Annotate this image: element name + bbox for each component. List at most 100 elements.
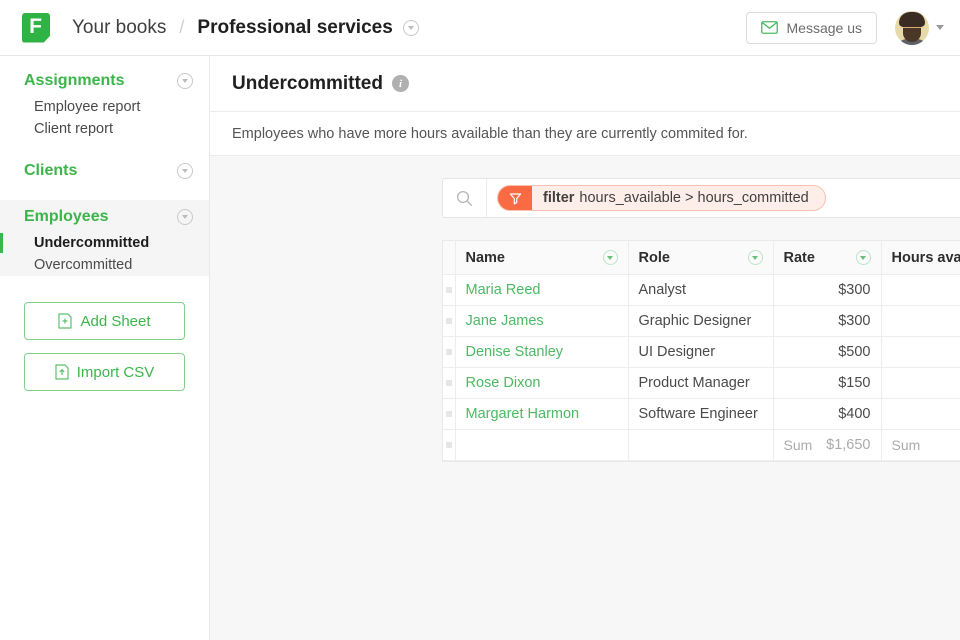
row-handle[interactable] (443, 398, 456, 430)
column-header-hours-available[interactable]: Hours available (881, 240, 960, 275)
summary-cell-name (455, 429, 629, 461)
cell-role[interactable]: UI Designer (628, 336, 774, 368)
collapse-chevron-down-icon[interactable] (177, 73, 193, 89)
sidebar-item-client-report[interactable]: Client report (0, 118, 209, 140)
sidebar-gap-2 (0, 186, 209, 200)
filter-keyword: filter (543, 190, 575, 206)
summary-label: Sum (783, 437, 813, 453)
avatar[interactable] (895, 10, 929, 45)
sidebar-group-header-assignments[interactable]: Assignments (0, 64, 209, 96)
table-row[interactable]: Jane James Graphic Designer $300 30 25 (443, 305, 960, 337)
import-csv-button[interactable]: Import CSV (24, 353, 185, 391)
table-row[interactable]: Margaret Harmon Software Engineer $400 4… (443, 398, 960, 430)
cell-rate[interactable]: $300 (773, 305, 882, 337)
avatar-beard (903, 27, 921, 42)
search-button[interactable] (442, 178, 486, 218)
sheet-table: Name Role Rate Hours av Maria Reed Analy… (443, 240, 960, 461)
filter-funnel-icon (498, 186, 532, 210)
cell-role[interactable]: Analyst (628, 274, 774, 306)
user-menu[interactable] (895, 10, 944, 45)
add-sheet-button[interactable]: Add Sheet (24, 302, 185, 340)
flatfile-logo[interactable]: F (22, 12, 50, 43)
cell-name[interactable]: Margaret Harmon (455, 398, 629, 430)
collapse-chevron-down-icon[interactable] (177, 163, 193, 179)
cell-name[interactable]: Rose Dixon (455, 367, 629, 399)
info-icon[interactable]: i (391, 75, 409, 92)
cell-name[interactable]: Maria Reed (455, 274, 629, 306)
user-menu-chevron-down-icon[interactable] (936, 25, 944, 30)
table-summary-row: Sum $1,650 Sum 160 (443, 429, 960, 461)
breadcrumb-chevron-down-icon[interactable] (402, 19, 419, 36)
sidebar-item-overcommitted[interactable]: Overcommitted (0, 254, 209, 276)
sidebar: Assignments Employee report Client repor… (0, 56, 210, 640)
cell-hours-available[interactable]: 30 (881, 367, 960, 399)
mail-icon (760, 21, 778, 34)
sidebar-item-employee-report[interactable]: Employee report (0, 96, 209, 118)
cell-hours-available[interactable]: 40 (881, 398, 960, 430)
cell-rate[interactable]: $300 (773, 274, 882, 306)
filter-chip-text: filter hours_available > hours_committed (532, 186, 825, 210)
column-header-name[interactable]: Name (455, 240, 629, 275)
filter-chip[interactable]: filter hours_available > hours_committed (497, 185, 826, 211)
sidebar-group-header-clients[interactable]: Clients (0, 154, 209, 186)
row-handle[interactable] (443, 305, 456, 337)
cell-role[interactable]: Product Manager (628, 367, 774, 399)
sidebar-group-clients: Clients (0, 154, 209, 186)
banner-text: Employees who have more hours available … (232, 125, 748, 142)
column-label: Hours available (891, 249, 960, 266)
collapse-chevron-down-icon[interactable] (177, 209, 193, 225)
cell-rate[interactable]: $150 (773, 367, 882, 399)
sidebar-group-header-employees[interactable]: Employees (0, 200, 209, 232)
column-label: Rate (783, 249, 815, 266)
row-handle[interactable] (443, 274, 456, 306)
logo-letter: F (29, 15, 42, 38)
row-handle[interactable] (443, 429, 456, 461)
breadcrumb-current[interactable]: Professional services (197, 17, 392, 39)
table-row[interactable]: Maria Reed Analyst $300 40 30 (443, 274, 960, 306)
column-header-rate[interactable]: Rate (773, 240, 882, 275)
row-handle[interactable] (443, 336, 456, 368)
filter-input[interactable]: filter hours_available > hours_committed (486, 178, 960, 218)
table-row[interactable]: Rose Dixon Product Manager $150 30 10 (443, 367, 960, 399)
message-us-label: Message us (786, 19, 862, 36)
info-banner: Employees who have more hours available … (210, 112, 960, 156)
cell-hours-available[interactable]: 20 (881, 336, 960, 368)
cell-rate[interactable]: $400 (773, 398, 882, 430)
column-menu-chevron-down-icon[interactable] (747, 250, 763, 265)
table-header-row: Name Role Rate Hours av (443, 240, 960, 275)
column-header-role[interactable]: Role (628, 240, 774, 275)
cell-hours-available[interactable]: 30 (881, 305, 960, 337)
sidebar-group-title: Clients (24, 162, 78, 179)
message-us-button[interactable]: Message us (745, 11, 877, 44)
sidebar-group-employees: Employees Undercommitted Overcommitted (0, 200, 209, 276)
avatar-hair (899, 11, 925, 27)
cell-hours-available[interactable]: 40 (881, 274, 960, 306)
table-head: Name Role Rate Hours av (443, 240, 960, 275)
summary-value-rate: $1,650 (826, 437, 871, 453)
sidebar-item-undercommitted[interactable]: Undercommitted (0, 232, 209, 254)
cell-rate[interactable]: $500 (773, 336, 882, 368)
column-label: Name (465, 249, 506, 266)
data-table: Name Role Rate Hours av Maria Reed Analy… (442, 240, 960, 462)
filter-expression: hours_available > hours_committed (579, 190, 809, 206)
summary-cell-role (628, 429, 774, 461)
summary-cell-rate[interactable]: Sum $1,650 (773, 429, 882, 461)
cell-name[interactable]: Jane James (455, 305, 629, 337)
column-label: Role (638, 249, 670, 266)
breadcrumb-root[interactable]: Your books (72, 17, 166, 39)
row-handle[interactable] (443, 367, 456, 399)
body-row: Assignments Employee report Client repor… (0, 56, 960, 640)
cell-name[interactable]: Denise Stanley (455, 336, 629, 368)
table-row[interactable]: Denise Stanley UI Designer $500 20 10 (443, 336, 960, 368)
main-header: Undercommitted i Link Sheets Share (210, 56, 960, 112)
cell-role[interactable]: Software Engineer (628, 398, 774, 430)
column-menu-chevron-down-icon[interactable] (602, 250, 618, 265)
summary-label: Sum (891, 437, 921, 453)
add-sheet-label: Add Sheet (80, 312, 151, 330)
main-content: Undercommitted i Link Sheets Share (210, 56, 960, 640)
column-menu-chevron-down-icon[interactable] (855, 250, 871, 265)
cell-role[interactable]: Graphic Designer (628, 305, 774, 337)
toolbar-row: filter hours_available > hours_committed … (210, 178, 960, 218)
import-csv-icon (55, 364, 69, 380)
summary-cell-hours-available[interactable]: Sum 160 (881, 429, 960, 461)
